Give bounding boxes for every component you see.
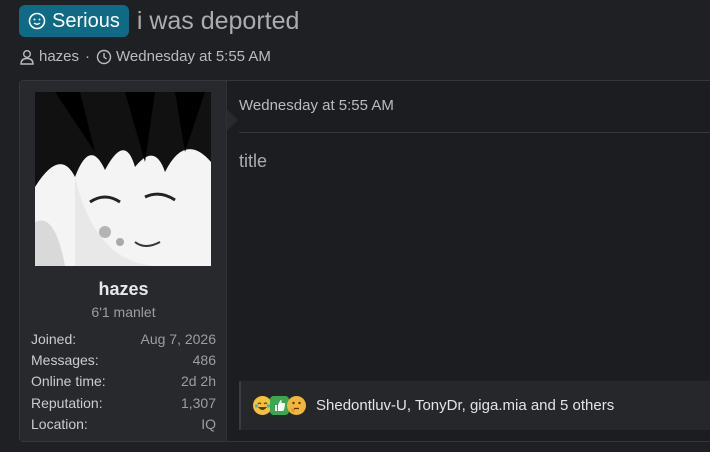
user-icon (20, 49, 34, 65)
user-stats: Joined: Aug 7, 2026 Messages: 486 Online… (31, 329, 216, 435)
meta-separator: · (85, 48, 91, 65)
user-cell-arrow (227, 109, 238, 131)
thread-header: Serious i was deported (19, 5, 299, 37)
stat-label: Reputation: (31, 394, 103, 411)
stat-joined: Joined: Aug 7, 2026 (31, 329, 216, 350)
clock-icon (96, 49, 112, 64)
thread-meta: hazes · Wednesday at 5:55 AM (19, 48, 271, 65)
post: hazes 6'1 manlet Joined: Aug 7, 2026 Mes… (19, 80, 710, 442)
post-header-divider (239, 132, 710, 133)
stat-value: Aug 7, 2026 (140, 331, 216, 347)
reactions-bar[interactable]: Shedontluv-U, TonyDr, giga.mia and 5 oth… (239, 381, 710, 430)
avatar-image (35, 92, 211, 266)
reaction-users-text[interactable]: Shedontluv-U, TonyDr, giga.mia and 5 oth… (316, 397, 614, 414)
thread-author-link[interactable]: hazes (39, 48, 79, 65)
stat-value: 2d 2h (180, 373, 216, 390)
stat-messages: Messages: 486 (31, 350, 216, 371)
thinking-emoji-icon (287, 396, 306, 415)
stat-location: Location: IQ (31, 414, 216, 435)
smiley-icon (28, 12, 46, 30)
user-title: 6'1 manlet (91, 304, 156, 320)
stat-online-time: Online time: 2d 2h (31, 371, 216, 392)
stat-label: Online time: (31, 373, 106, 390)
thread-title: i was deported (136, 6, 300, 35)
avatar[interactable] (35, 92, 211, 266)
post-body: title (239, 151, 268, 171)
username[interactable]: hazes (20, 279, 227, 300)
stat-value[interactable]: 486 (193, 350, 216, 371)
stat-value[interactable]: IQ (201, 414, 216, 435)
thread-date-link[interactable]: Wednesday at 5:55 AM (116, 48, 271, 65)
stat-value: 1,307 (180, 394, 216, 411)
post-date-link[interactable]: Wednesday at 5:55 AM (239, 97, 394, 114)
stat-label: Location: (31, 415, 88, 432)
post-user-cell: hazes 6'1 manlet Joined: Aug 7, 2026 Mes… (20, 81, 227, 441)
prefix-label: Serious (52, 9, 120, 32)
stat-label: Messages: (31, 352, 99, 369)
stat-label: Joined: (31, 331, 77, 347)
prefix-badge[interactable]: Serious (19, 5, 129, 37)
stat-reputation: Reputation: 1,307 (31, 393, 216, 414)
reaction-icons (253, 396, 306, 415)
